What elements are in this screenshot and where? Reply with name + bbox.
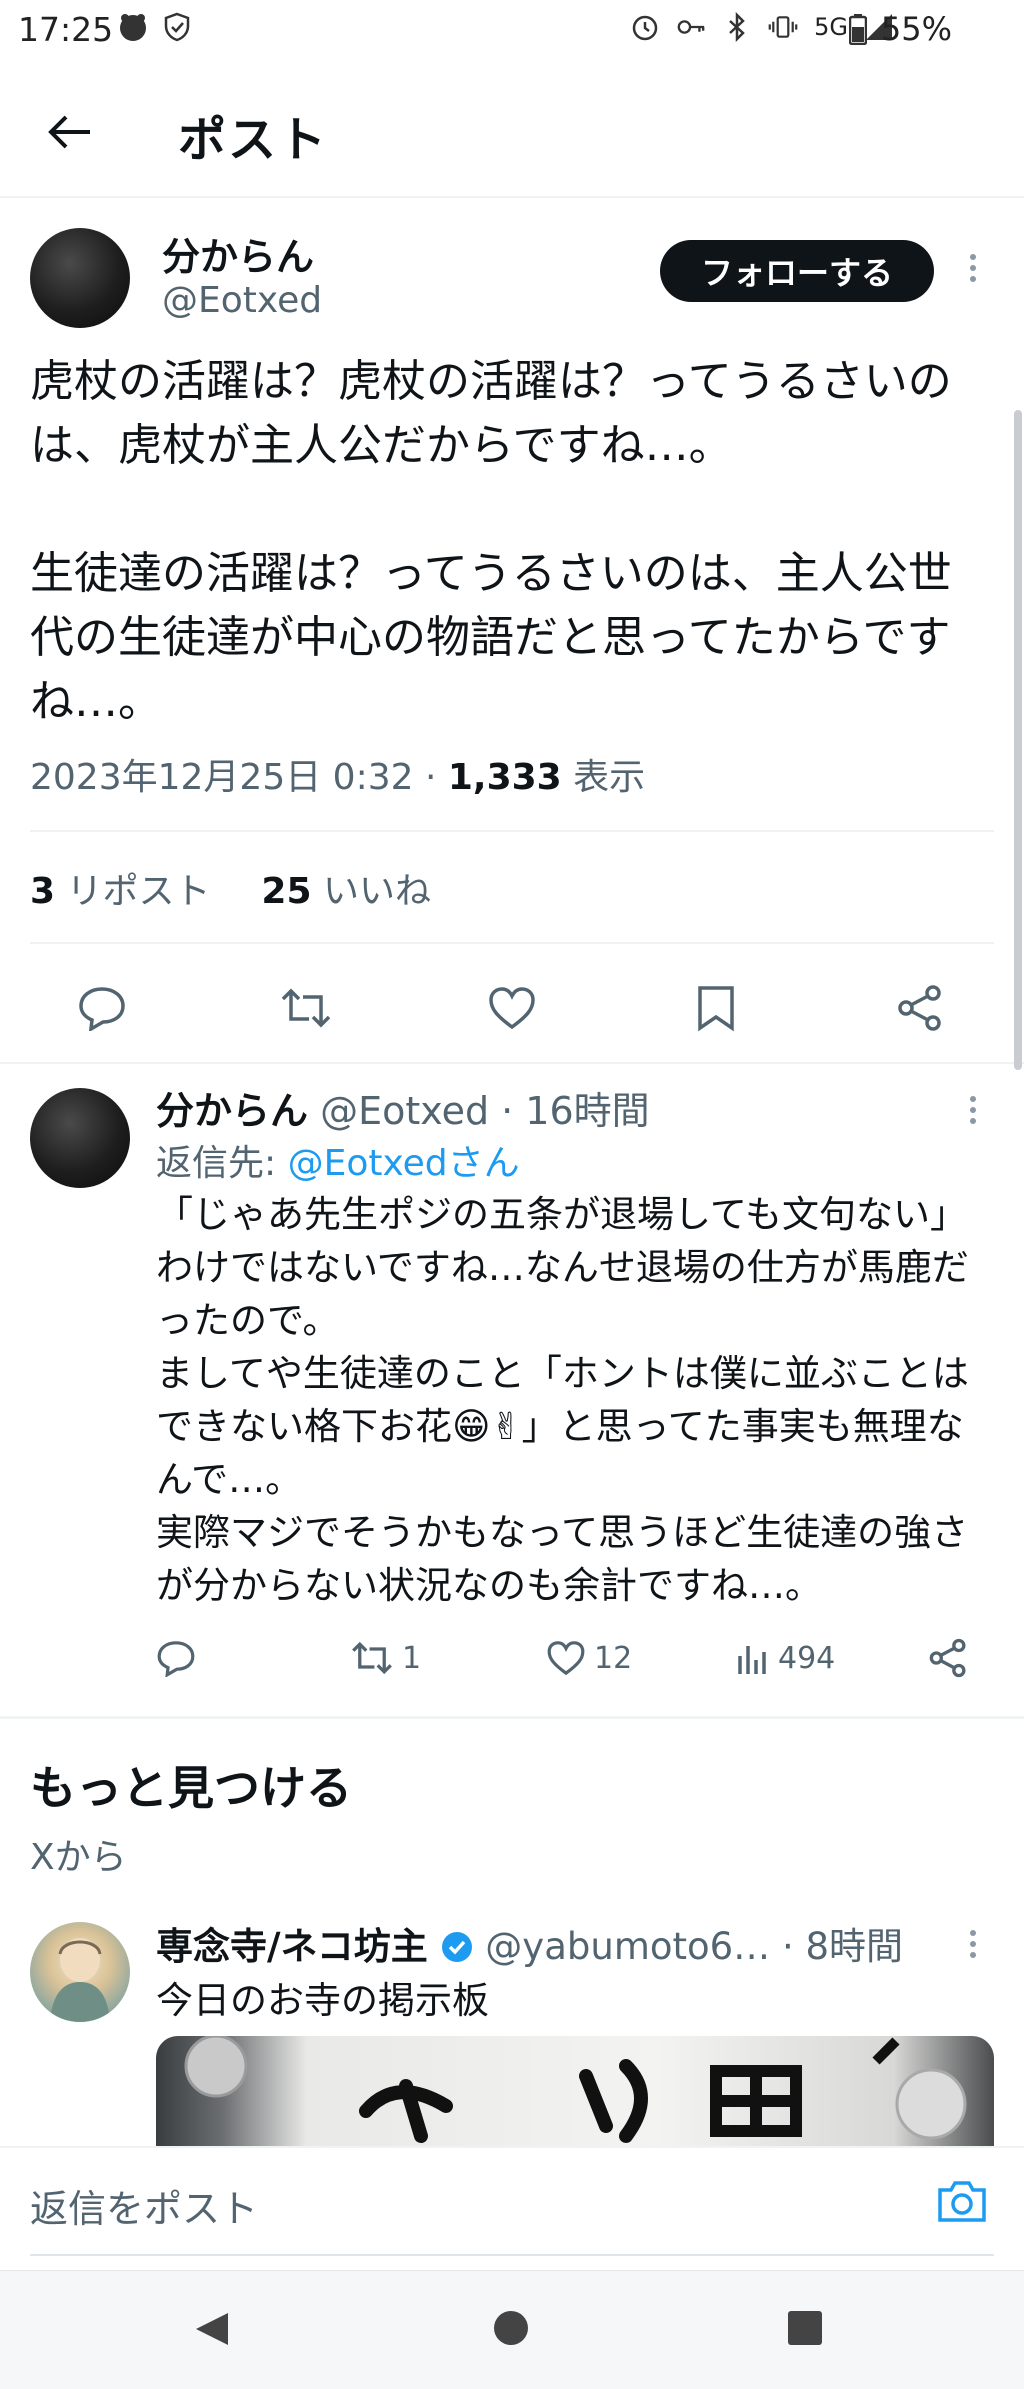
post-action-bar [0, 960, 1024, 1044]
alarm-icon [630, 12, 660, 42]
share-icon [898, 985, 941, 1031]
divider [30, 942, 994, 944]
page-title: ポスト [178, 112, 329, 168]
reply-button[interactable] [74, 980, 130, 1036]
share-button[interactable] [892, 980, 948, 1036]
author-handle[interactable]: @Eotxed [162, 280, 322, 321]
repost-count: 1 [402, 1640, 422, 1676]
portrait-illustration [50, 1938, 110, 2022]
bluetooth-icon [722, 12, 752, 42]
reply-input[interactable]: 返信をポスト [30, 2178, 258, 2233]
recommended-author-avatar[interactable] [30, 1922, 130, 2022]
views-count: 1,333 [447, 757, 562, 798]
views-count: 494 [778, 1640, 836, 1676]
circle-home-icon [494, 2311, 528, 2345]
arrow-left-icon [48, 115, 90, 149]
reply-icon [157, 1641, 195, 1677]
nav-home-button[interactable] [492, 2309, 530, 2351]
views-label: 表示 [561, 757, 646, 798]
analytics-icon [738, 1646, 766, 1674]
composer-underline [30, 2254, 994, 2256]
heart-icon [547, 1641, 585, 1676]
repost-button[interactable] [278, 980, 334, 1036]
repost-icon [281, 988, 331, 1028]
app-notification-icon [118, 12, 148, 42]
more-options-icon[interactable] [958, 1924, 988, 1964]
verified-badge-icon [441, 1932, 472, 1962]
scrollbar[interactable] [1014, 410, 1022, 1070]
vibrate-icon [768, 12, 798, 42]
reply-author-avatar[interactable] [30, 1088, 130, 1188]
reply-composer: 返信をポスト [0, 2146, 1024, 2256]
reply-reply-button[interactable] [156, 1630, 196, 1686]
recommended-header[interactable]: 専念寺/ネコ坊主 @yabumoto6… · 8時間 [156, 1916, 903, 1970]
share-icon [929, 1638, 966, 1678]
reply-author-meta: @Eotxed · 16時間 [308, 1089, 650, 1133]
status-time: 17:25 [18, 10, 114, 49]
author-name[interactable]: 分からん [162, 226, 314, 281]
reply-author-name: 分からん [156, 1089, 309, 1133]
back-button[interactable] [40, 102, 100, 162]
battery-percent: 55% [880, 10, 952, 48]
triangle-back-icon [196, 2313, 228, 2345]
reply-header[interactable]: 分からん @Eotxed · 16時間 [156, 1080, 650, 1135]
camera-icon [938, 2181, 986, 2222]
post-text: 虎杖の活躍は？虎杖の活躍は？ってうるさいのは、虎杖が主人公だからですね…。 生徒… [30, 356, 952, 727]
more-options-icon[interactable] [958, 248, 988, 288]
status-bar: 17:25 5G 55% [0, 0, 1024, 60]
divider [0, 1062, 1024, 1064]
reply-to-line: 返信先: @Eotxedさん [156, 1143, 520, 1184]
reply-to-link[interactable]: @Eotxedさん [288, 1143, 520, 1184]
post-meta: 2023年12月25日 0:32 · 1,333 表示 [30, 748, 645, 800]
reply-text: 「じゃあ先生ポジの五条が退場しても文句ない」わけではないですね…なんせ退場の仕方… [156, 1193, 969, 1607]
heart-icon [489, 987, 535, 1030]
reply-share-button[interactable] [928, 1630, 968, 1686]
shield-icon [162, 12, 192, 42]
recommended-post-image[interactable] [156, 2036, 994, 2146]
reply-views-button[interactable]: 494 [736, 1630, 835, 1686]
like-count: 12 [594, 1640, 633, 1676]
camera-button[interactable] [936, 2178, 988, 2226]
divider [0, 1716, 1024, 1719]
like-button[interactable] [484, 980, 540, 1036]
post-timestamp[interactable]: 2023年12月25日 0:32 · [30, 757, 448, 798]
reply-like-button[interactable]: 12 [546, 1630, 632, 1686]
divider [30, 830, 994, 832]
reply-action-bar: 1 12 494 [0, 1630, 1024, 1690]
likes-stat[interactable]: 25 いいね [261, 871, 431, 912]
repost-icon [352, 1641, 392, 1675]
recommended-author-name: 専念寺/ネコ坊主 [156, 1925, 428, 1968]
more-options-icon[interactable] [958, 1090, 988, 1130]
top-app-bar: ポスト [0, 60, 1024, 198]
bookmark-button[interactable] [688, 980, 744, 1036]
section-title: もっと見つける [30, 1761, 352, 1815]
recommended-author-meta: @yabumoto6… · 8時間 [473, 1925, 904, 1968]
section-subtitle: Xから [30, 1837, 127, 1878]
reposts-stat[interactable]: 3 リポスト [30, 871, 211, 912]
engagement-stats: 3 リポスト 25 いいね [30, 862, 431, 914]
system-navigation-bar [0, 2270, 1024, 2389]
recommended-post-text: 今日のお寺の掲示板 [156, 1979, 489, 2022]
nav-back-button[interactable] [192, 2309, 232, 2353]
reply-repost-button[interactable]: 1 [350, 1630, 421, 1686]
reply-icon [79, 987, 125, 1031]
calligraphy-photo [184, 2036, 967, 2143]
battery-icon [843, 14, 873, 45]
author-avatar[interactable] [30, 228, 130, 328]
square-recents-icon [788, 2311, 822, 2345]
key-icon [676, 12, 706, 42]
follow-button[interactable]: フォローする [660, 240, 934, 302]
bookmark-icon [698, 986, 734, 1032]
nav-recents-button[interactable] [786, 2309, 824, 2351]
